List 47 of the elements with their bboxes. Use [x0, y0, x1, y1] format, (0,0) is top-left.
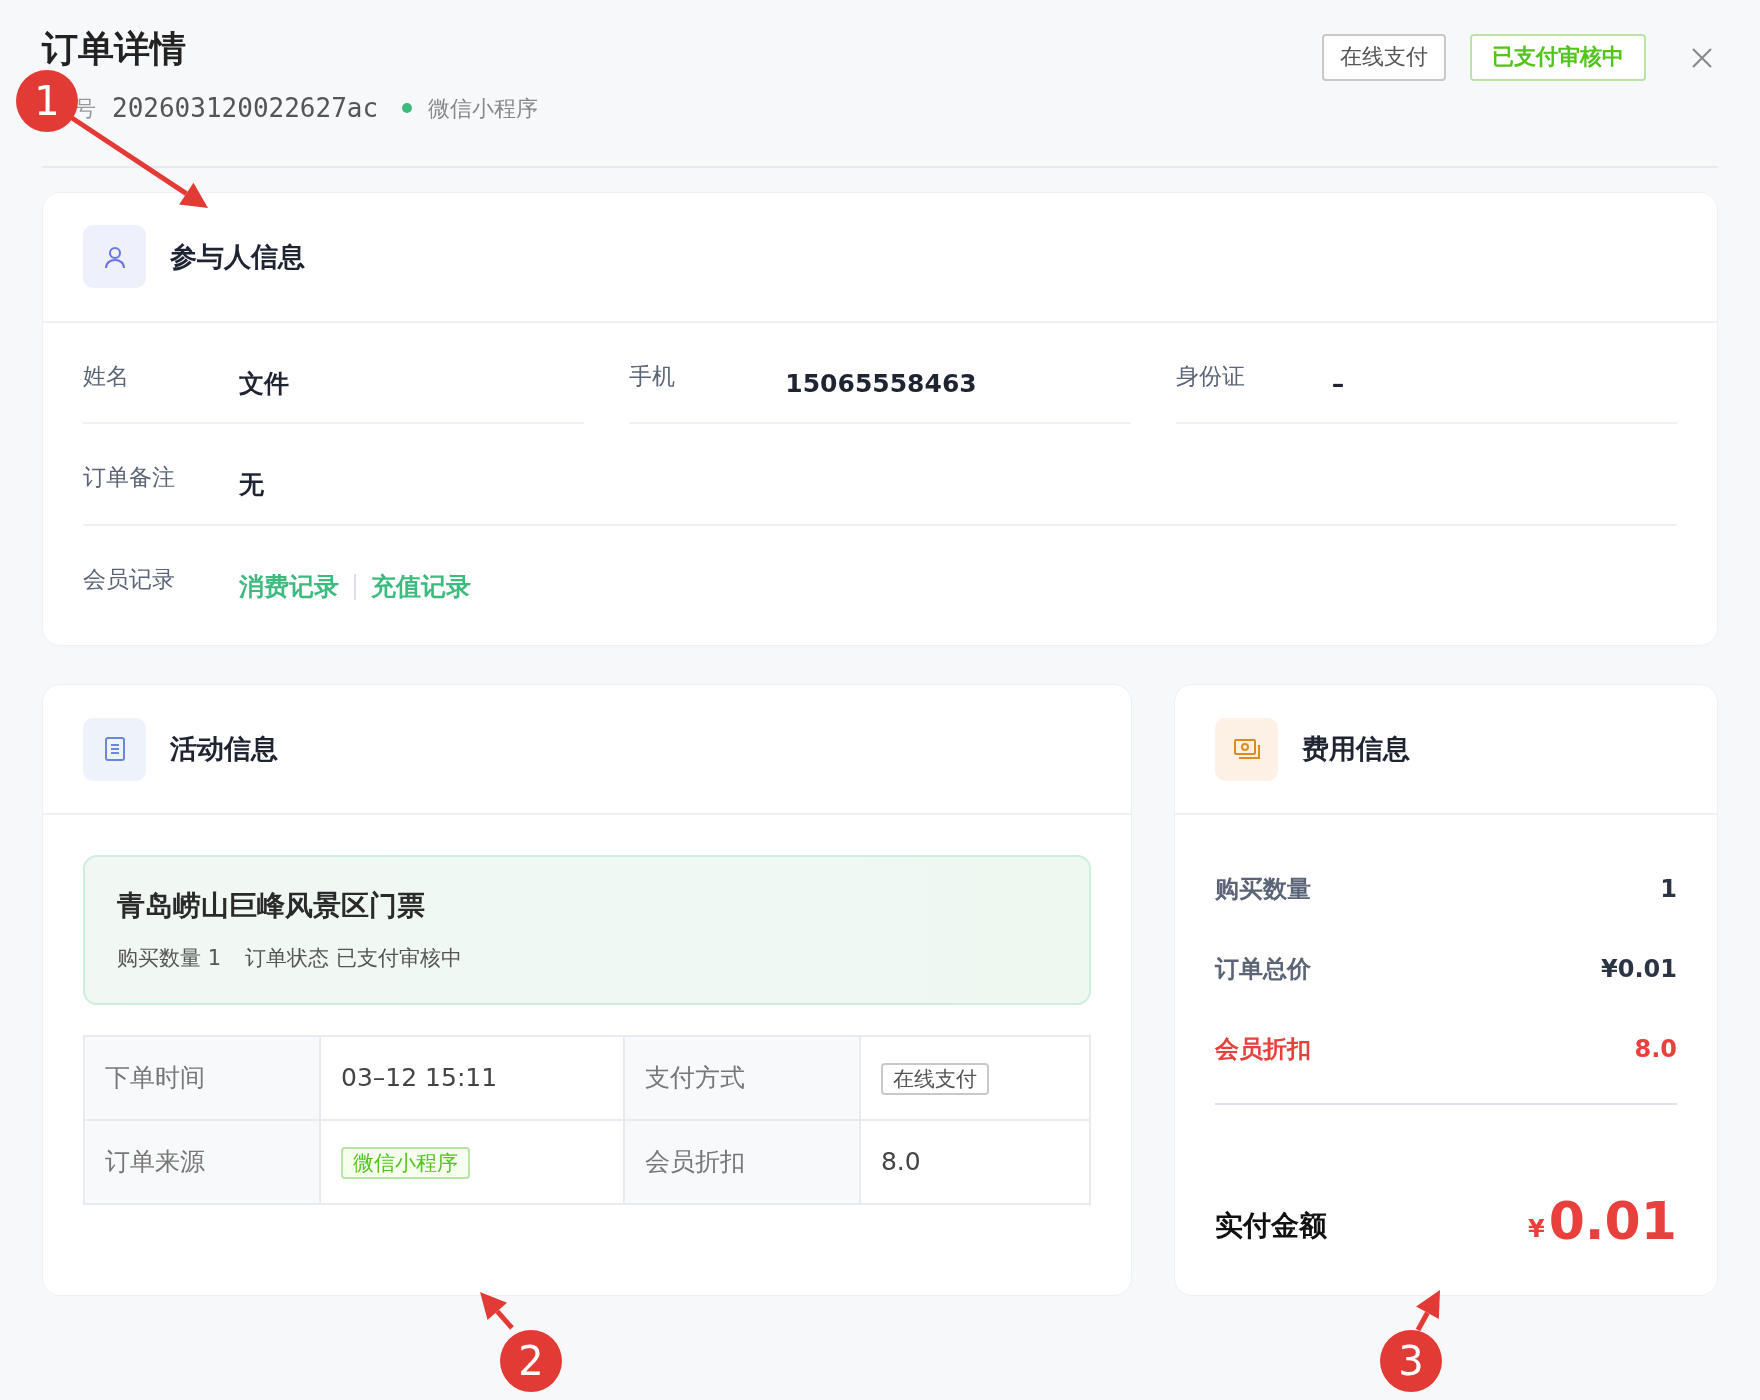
- fee-label: 会员折扣: [1215, 1034, 1311, 1066]
- payment-button[interactable]: 在线支付: [1322, 34, 1446, 81]
- page-title: 订单详情: [42, 27, 187, 71]
- record-link[interactable]: 充值记录: [371, 561, 471, 606]
- ticket-name: 青岛崂山巨峰风景区门票: [117, 888, 426, 925]
- total-amount: 0.01: [1548, 1195, 1677, 1248]
- section-title: 费用信息: [1302, 732, 1410, 767]
- section-title: 活动信息: [170, 732, 278, 767]
- annotation-arrow: [480, 1292, 514, 1330]
- ticket-summary: 购买数量 1: [117, 945, 222, 973]
- field-label: 手机: [629, 361, 677, 391]
- field-value: –: [1331, 367, 1345, 400]
- source-tag: 微信小程序: [341, 1147, 470, 1180]
- fee-value: 8.0: [1634, 1034, 1677, 1066]
- fee-label: 订单总价: [1215, 954, 1311, 986]
- status-button[interactable]: 已支付审核中: [1470, 34, 1646, 81]
- fee-value: ¥0.01: [1601, 954, 1677, 986]
- section-title: 参与人信息: [170, 239, 305, 274]
- table-cell: 03–12 15:11: [320, 1035, 624, 1120]
- payment-tag: 在线支付: [880, 1063, 989, 1096]
- record-link[interactable]: 消费记录: [239, 561, 339, 606]
- ticket-summary: 订单状态 已支付审核中: [245, 945, 462, 973]
- currency-sign: ¥: [1528, 1214, 1545, 1246]
- fee-value: 1: [1660, 874, 1677, 906]
- document-icon: [102, 736, 127, 763]
- callout-marker: 1: [16, 70, 78, 132]
- table-cell: 8.0: [859, 1119, 1090, 1204]
- table-cell: 下单时间: [84, 1035, 320, 1120]
- annotation-arrow: [1415, 1290, 1440, 1332]
- order-source: 微信小程序: [428, 94, 539, 123]
- field-label: 身份证: [1175, 361, 1246, 391]
- order-number: 202603120022627ac: [112, 91, 379, 125]
- total-label: 实付金额: [1215, 1208, 1327, 1245]
- close-icon: [1691, 46, 1713, 69]
- field-value: 15065558463: [785, 367, 977, 400]
- callout-marker: 3: [1380, 1330, 1442, 1392]
- callout-marker: 2: [500, 1330, 562, 1392]
- field-label: 姓名: [83, 361, 130, 391]
- table-cell: 订单来源: [84, 1119, 320, 1204]
- field-label: 会员记录: [83, 564, 176, 594]
- table-cell: 支付方式: [623, 1035, 860, 1120]
- cash-icon: [1232, 737, 1261, 762]
- field-value: 无: [239, 469, 264, 502]
- field-value: 文件: [239, 367, 289, 400]
- fee-label: 购买数量: [1215, 874, 1311, 906]
- field-label: 订单备注: [83, 463, 176, 493]
- table-cell: 会员折扣: [623, 1119, 860, 1204]
